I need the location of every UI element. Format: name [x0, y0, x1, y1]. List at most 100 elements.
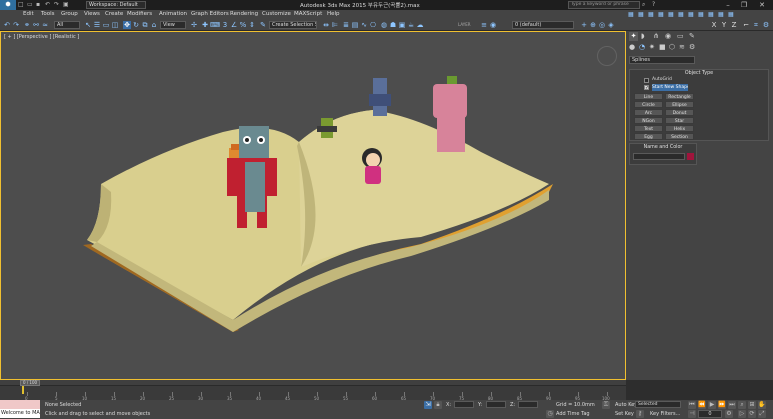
- start-new-shape-button[interactable]: Start New Shape: [652, 84, 688, 91]
- circle-button[interactable]: Circle: [634, 101, 663, 108]
- y-coord-input[interactable]: [486, 401, 506, 408]
- rendered-frame-window-icon[interactable]: ▣: [398, 21, 406, 29]
- rectangular-selection-icon[interactable]: ▭: [102, 21, 110, 29]
- spinner-snap-icon[interactable]: ⇕: [248, 21, 256, 29]
- snaps-z-axis-icon[interactable]: Z: [730, 21, 738, 29]
- pan-icon[interactable]: ✋: [758, 401, 766, 409]
- helpers-icon[interactable]: ⬡: [669, 43, 675, 51]
- axis-constraint-plane-icon[interactable]: ⌗: [752, 21, 760, 29]
- selection-lock-icon[interactable]: ▦: [628, 11, 634, 18]
- set-key-button[interactable]: Set Key: [615, 411, 634, 417]
- close-icon[interactable]: ✕: [756, 0, 768, 10]
- viewport-layout-icon[interactable]: ▦: [658, 11, 664, 18]
- mirror-icon[interactable]: ⇹: [322, 21, 330, 29]
- egg-button[interactable]: Egg: [634, 133, 663, 140]
- select-layer-icon[interactable]: ◎: [598, 21, 606, 29]
- menu-views[interactable]: Views: [84, 11, 100, 17]
- snap-settings-icon[interactable]: ⚙: [762, 21, 770, 29]
- menu-maxscript[interactable]: MAXScript: [294, 11, 322, 17]
- link-icon[interactable]: ⚭: [23, 21, 31, 29]
- bind-space-warp-icon[interactable]: ≈: [41, 21, 49, 29]
- undo-icon[interactable]: ↶: [45, 1, 50, 8]
- help-icon[interactable]: ?: [652, 1, 655, 8]
- snaps-x-axis-icon[interactable]: X: [710, 21, 718, 29]
- selection-filter-dropdown[interactable]: All: [54, 21, 80, 29]
- cameras-icon[interactable]: ■: [659, 43, 666, 51]
- hierarchy-display-icon[interactable]: ▦: [668, 11, 674, 18]
- arc-button[interactable]: Arc: [634, 109, 663, 116]
- selection-lock-toggle-icon[interactable]: 🔒︎: [434, 401, 442, 409]
- percent-snap-icon[interactable]: %: [239, 21, 247, 29]
- material-editor-icon[interactable]: ◍: [380, 21, 388, 29]
- new-icon[interactable]: □: [18, 1, 24, 8]
- scene-explorer-icon[interactable]: ▦: [678, 11, 684, 18]
- current-layer-dropdown[interactable]: 0 (default): [512, 21, 574, 29]
- render-production-icon[interactable]: ☕: [407, 21, 415, 29]
- autogrid-checkbox[interactable]: [644, 78, 649, 83]
- unlink-icon[interactable]: ⚯: [32, 21, 40, 29]
- menu-group[interactable]: Group: [61, 11, 78, 17]
- rectangle-button[interactable]: Rectangle: [665, 93, 694, 100]
- perspective-viewport[interactable]: [ + ] [Perspective ] [Realistic ]: [0, 31, 626, 380]
- name-and-color-title[interactable]: Name and Color: [630, 144, 696, 151]
- align-icon[interactable]: ⊫: [331, 21, 339, 29]
- key-mode-toggle-icon[interactable]: ⊣: [688, 410, 696, 418]
- select-move-icon[interactable]: ✥: [123, 21, 131, 29]
- search-icon[interactable]: ⌕: [642, 1, 645, 9]
- zoom-all-icon[interactable]: ⊞: [748, 401, 756, 409]
- minimize-icon[interactable]: –: [722, 0, 734, 10]
- maxscript-listener[interactable]: [0, 400, 40, 409]
- isolate-selection-icon[interactable]: ▦: [638, 11, 644, 18]
- select-by-name-icon[interactable]: ☰: [93, 21, 101, 29]
- render-setup-icon[interactable]: ☗: [389, 21, 397, 29]
- angle-snap-icon[interactable]: ∠: [230, 21, 238, 29]
- new-layer-icon[interactable]: +: [580, 21, 588, 29]
- x-coord-input[interactable]: [454, 401, 474, 408]
- select-place-icon[interactable]: ⌂: [150, 21, 158, 29]
- render-message-icon[interactable]: ▦: [698, 11, 704, 18]
- material-browser-icon[interactable]: ▦: [688, 11, 694, 18]
- helix-button[interactable]: Helix: [665, 125, 694, 132]
- current-frame-input[interactable]: 0: [698, 410, 722, 418]
- next-frame-icon[interactable]: ⏩: [718, 401, 726, 409]
- select-object-icon[interactable]: ↖: [84, 21, 92, 29]
- select-rotate-icon[interactable]: ↻: [132, 21, 140, 29]
- open-icon[interactable]: ▭: [27, 1, 33, 8]
- motion-tab-icon[interactable]: ◉: [665, 32, 671, 40]
- maximize-icon[interactable]: ❐: [738, 0, 750, 10]
- menu-create[interactable]: Create: [105, 11, 123, 17]
- schematic-view-icon[interactable]: ⎔: [369, 21, 377, 29]
- window-crossing-icon[interactable]: ◫: [111, 21, 119, 29]
- time-tag-icon[interactable]: ◷: [546, 410, 554, 418]
- ellipse-button[interactable]: Ellipse: [665, 101, 694, 108]
- previous-frame-icon[interactable]: ⏪: [698, 401, 706, 409]
- menu-rendering[interactable]: Rendering: [230, 11, 258, 17]
- display-filters-icon[interactable]: ▦: [648, 11, 654, 18]
- display-tab-icon[interactable]: ▭: [677, 32, 684, 40]
- add-to-layer-icon[interactable]: ⊕: [589, 21, 597, 29]
- favorites-icon[interactable]: ▦: [728, 11, 734, 18]
- app-logo[interactable]: ⬢: [0, 0, 16, 10]
- maxscript-output[interactable]: Welcome to MA: [0, 409, 40, 418]
- key-mode-icon[interactable]: ⚿: [602, 401, 610, 409]
- go-to-end-icon[interactable]: ⏭: [728, 401, 736, 409]
- layer-manager-icon[interactable]: ≡: [480, 21, 488, 29]
- line-button[interactable]: Line: [634, 93, 663, 100]
- layer-visibility-icon[interactable]: ◉: [489, 21, 497, 29]
- orbit-icon[interactable]: ⟳: [748, 410, 756, 418]
- maximize-viewport-icon[interactable]: ⤢: [758, 410, 766, 418]
- lock-selection-icon[interactable]: ⇲: [424, 401, 432, 409]
- manipulate-icon[interactable]: ✚: [201, 21, 209, 29]
- workspace-dropdown[interactable]: Workspace: Default: [86, 1, 146, 9]
- track-bar[interactable]: 0 5 10 15 20 25 30 35 40 45 50 55 60 65 …: [0, 386, 626, 401]
- layer-explorer-icon[interactable]: ≣: [342, 21, 350, 29]
- utilities-tab-icon[interactable]: ✎: [689, 32, 695, 40]
- object-color-swatch[interactable]: [687, 153, 694, 160]
- a360-render-icon[interactable]: ☁: [416, 21, 424, 29]
- search-input[interactable]: Type a keyword or phrase: [568, 1, 640, 9]
- z-coord-input[interactable]: [518, 401, 538, 408]
- user-account-icon[interactable]: ▦: [708, 11, 714, 18]
- object-name-input[interactable]: [633, 153, 685, 160]
- lights-icon[interactable]: ✷: [649, 43, 655, 51]
- ngon-button[interactable]: NGon: [634, 117, 663, 124]
